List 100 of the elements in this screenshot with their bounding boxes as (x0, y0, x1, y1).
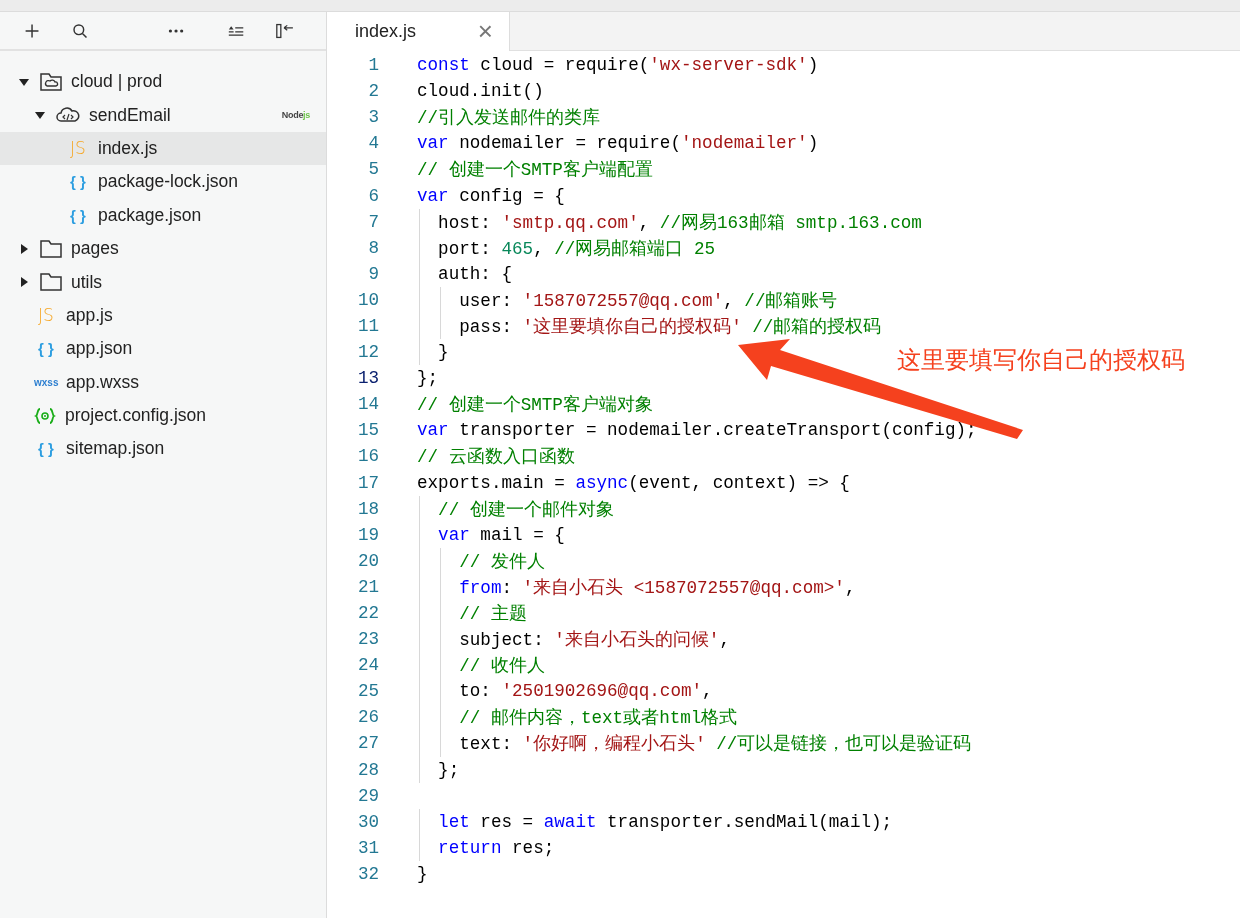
line-number: 16 (356, 446, 379, 467)
code-line: } (417, 863, 428, 884)
caret-icon[interactable] (18, 242, 30, 255)
code-line: var config = { (417, 185, 565, 206)
file-type-icon: { } (66, 206, 90, 224)
line-number: 13 (356, 368, 379, 389)
line-number: 12 (356, 342, 379, 363)
file-tree-item[interactable]: JS app.js (0, 298, 326, 333)
file-name: sitemap.json (66, 438, 165, 460)
annotation-label: 这里要填写你自己的授权码 (897, 345, 1185, 376)
line-number: 23 (356, 629, 379, 650)
line-number: 15 (356, 420, 379, 441)
code-line: // 创建一个SMTP客户端配置 (417, 159, 653, 182)
line-number: 7 (367, 211, 379, 232)
line-number: 30 (356, 811, 379, 832)
file-name: pages (71, 238, 119, 260)
file-tree-item[interactable]: cloud | prod (0, 65, 326, 99)
file-tree-item[interactable]: { } package.json (0, 198, 326, 232)
file-tree-item[interactable]: sendEmail Nodejs (0, 98, 326, 132)
code-line: auth: { (437, 263, 513, 284)
code-line: }; (417, 368, 439, 389)
line-number: 17 (356, 472, 379, 493)
file-tree-item[interactable]: project.config.json (0, 398, 326, 433)
file-type-icon: { } (34, 440, 58, 458)
line-number: 4 (367, 133, 379, 154)
code-line: user: '1587072557@qq.com', //邮箱账号 (458, 289, 838, 312)
file-type-icon: { } (66, 173, 90, 191)
code-line: // 主题 (458, 603, 527, 625)
caret-icon[interactable] (18, 276, 30, 289)
line-number: 5 (367, 159, 379, 180)
file-tree-item[interactable]: pages (0, 231, 326, 266)
line-number: 24 (356, 655, 379, 676)
code-line: to: '2501902696@qq.com', (458, 681, 713, 702)
line-number: 22 (356, 603, 379, 623)
line-number: 20 (356, 550, 379, 571)
file-name: project.config.json (65, 405, 207, 427)
line-number: 26 (356, 707, 379, 728)
code-line: text: '你好啊，编程小石头' //可以是链接，也可以是验证码 (458, 733, 972, 756)
file-name: app.json (66, 338, 133, 360)
code-line: // 云函数入口函数 (417, 446, 575, 469)
cloud-code-icon (56, 107, 80, 124)
file-type-icon: JS (34, 305, 58, 326)
code-line: }; (437, 759, 460, 780)
code-line: port: 465, //网易邮箱端口 25 (437, 237, 716, 260)
file-type-icon: JS (66, 138, 90, 159)
line-number: 9 (367, 263, 379, 284)
file-name: index.js (98, 137, 158, 159)
cloud-folder-icon (40, 72, 62, 91)
editor-tab[interactable]: index.js × (327, 12, 510, 51)
file-tree-item[interactable]: wxss app.wxss (0, 365, 326, 399)
folder-icon (40, 273, 62, 292)
close-icon[interactable]: × (477, 16, 493, 47)
file-name: package.json (98, 204, 202, 226)
file-tree-item[interactable]: { } package-lock.json (0, 165, 326, 199)
line-number: 28 (356, 759, 379, 780)
runtime-label: Nodejs (281, 110, 310, 121)
folder-icon (40, 239, 62, 258)
line-number: 2 (367, 81, 379, 102)
line-number: 18 (356, 498, 379, 519)
code-line: cloud.init() (417, 81, 544, 102)
file-tree-item[interactable]: { } sitemap.json (0, 432, 326, 466)
code-line: let res = await transporter.sendMail(mail); (437, 811, 893, 832)
code-line: var mail = { (437, 524, 565, 545)
line-number: 8 (367, 237, 379, 258)
line-number: 29 (356, 785, 379, 806)
line-number: 32 (356, 863, 379, 884)
file-tree-item[interactable]: utils (0, 265, 326, 299)
code-line: exports.main = async(event, context) => { (417, 472, 850, 493)
code-line: // 创建一个邮件对象 (437, 498, 614, 521)
line-number: 10 (356, 289, 379, 310)
line-number: 3 (367, 107, 379, 128)
file-name: cloud | prod (71, 71, 163, 93)
code-line: return res; (437, 837, 555, 858)
file-name: package-lock.json (98, 171, 239, 193)
file-name: app.wxss (66, 371, 139, 393)
more-icon[interactable] (168, 27, 185, 34)
line-number: 14 (356, 394, 379, 415)
line-number: 1 (367, 55, 379, 76)
line-number: 6 (367, 185, 379, 206)
config-file-icon (34, 407, 56, 424)
file-tree-item[interactable]: { } app.json (0, 332, 326, 366)
code-line: // 发件人 (458, 550, 545, 573)
file-tree-item[interactable]: JS index.js (0, 131, 326, 166)
code-line: from: '来自小石头 <1587072557@qq.com>', (458, 576, 856, 599)
line-number: 19 (356, 524, 379, 545)
code-line: const cloud = require('wx-server-sdk') (417, 55, 819, 76)
file-type-icon: wxss (34, 376, 58, 388)
file-name: app.js (66, 304, 113, 326)
code-line: } (437, 342, 449, 363)
code-line: pass: '这里要填你自己的授权码' //邮箱的授权码 (458, 316, 882, 338)
code-line: // 创建一个SMTP客户端对象 (417, 394, 653, 417)
line-number: 27 (356, 733, 379, 754)
code-line: // 收件人 (458, 655, 545, 678)
code-line: //引入发送邮件的类库 (417, 107, 601, 130)
code-line: // 邮件内容，text或者html格式 (458, 707, 738, 730)
code-line: var nodemailer = require('nodemailer') (417, 133, 819, 154)
file-name: utils (71, 271, 103, 293)
line-number: 31 (356, 837, 379, 858)
line-number: 21 (356, 576, 379, 597)
code-line: var transporter = nodemailer.createTransport(config); (417, 420, 977, 441)
